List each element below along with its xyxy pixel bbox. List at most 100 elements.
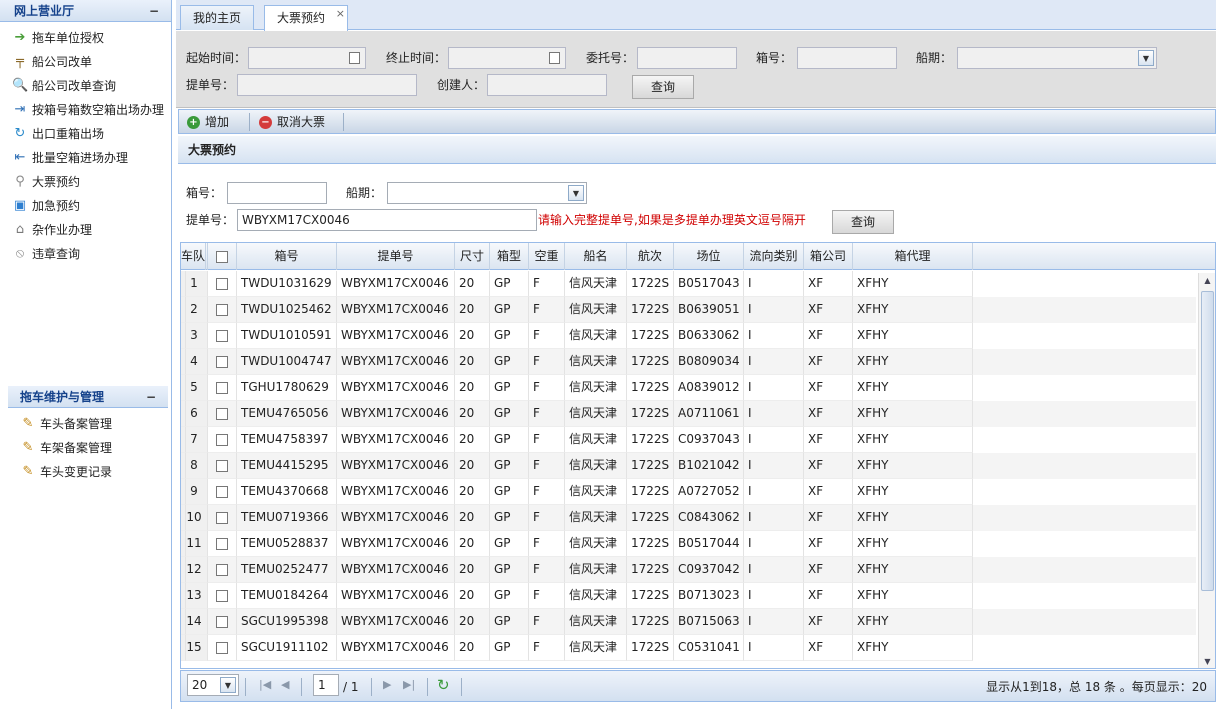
consign-no-input[interactable] [637, 47, 737, 69]
form-voyage-select[interactable]: ▼ [387, 182, 587, 204]
sidebar-panel-2-header[interactable]: 拖车维护与管理 − [8, 386, 168, 408]
prev-page-icon[interactable]: ◀ [281, 678, 289, 691]
grid-header-cell[interactable]: 箱号 [237, 243, 337, 270]
scroll-up-icon[interactable]: ▲ [1200, 273, 1215, 288]
checkbox-icon[interactable] [216, 563, 228, 576]
form-bill-no-input[interactable]: WBYXM17CX0046 [237, 209, 537, 231]
creator-input[interactable] [487, 74, 607, 96]
grid-header-cell[interactable]: 尺寸 [455, 243, 490, 270]
scroll-down-icon[interactable]: ▼ [1200, 654, 1215, 668]
checkbox-icon[interactable] [216, 277, 228, 290]
checkbox-icon[interactable] [216, 407, 228, 420]
form-box-no-input[interactable] [227, 182, 327, 204]
form-query-button[interactable]: 查询 [832, 210, 894, 234]
checkbox-icon[interactable] [216, 329, 228, 342]
table-row[interactable]: 5 TGHU1780629 WBYXM17CX0046 20 GP F 信风天津 1722S A… [181, 375, 1196, 401]
checkbox-icon[interactable] [216, 355, 228, 368]
start-time-input[interactable] [248, 47, 366, 69]
row-checkbox[interactable] [208, 609, 237, 635]
sidebar-item-8[interactable]: ▣ 加急预约 [0, 194, 171, 218]
sidebar-item-4[interactable]: ⇥ 按箱号箱数空箱出场办理 [0, 98, 171, 122]
end-time-input[interactable] [448, 47, 566, 69]
grid-header-cell[interactable]: 提单号 [337, 243, 455, 270]
checkbox-icon[interactable] [216, 485, 228, 498]
grid-header-cell[interactable]: 车队 [181, 243, 207, 270]
add-button[interactable]: + 增加 [187, 112, 229, 132]
scrollbar-thumb[interactable] [1201, 291, 1214, 591]
grid-header-cell[interactable]: 箱代理 [853, 243, 973, 270]
row-checkbox[interactable] [208, 635, 237, 661]
grid-header-cell[interactable]: 箱公司 [804, 243, 853, 270]
grid-header-cell[interactable]: 航次 [627, 243, 674, 270]
sidebar-item-2[interactable]: ╤ 船公司改单 [0, 50, 171, 74]
checkbox-icon[interactable] [216, 303, 228, 316]
row-checkbox[interactable] [208, 401, 237, 427]
chevron-down-icon[interactable]: ▼ [220, 677, 236, 693]
sidebar-item-1[interactable]: ➔ 拖车单位授权 [0, 26, 171, 50]
sidebar-item-3[interactable]: 🔍 船公司改单查询 [0, 74, 171, 98]
table-row[interactable]: 13 TEMU0184264 WBYXM17CX0046 20 GP F 信风天津 1722S… [181, 583, 1196, 609]
voyage-select[interactable]: ▼ [957, 47, 1157, 69]
row-checkbox[interactable] [208, 531, 237, 557]
table-row[interactable]: 14 SGCU1995398 WBYXM17CX0046 20 GP F 信风天津 1722S… [181, 609, 1196, 635]
cancel-bulk-button[interactable]: − 取消大票 [259, 112, 325, 132]
next-page-icon[interactable]: ▶ [383, 678, 391, 691]
close-icon[interactable]: × [336, 2, 345, 26]
table-row[interactable]: 10 TEMU0719366 WBYXM17CX0046 20 GP F 信风天津 1722S… [181, 505, 1196, 531]
sidebar-item-9[interactable]: ⌂ 杂作业办理 [0, 218, 171, 242]
table-row[interactable]: 6 TEMU4765056 WBYXM17CX0046 20 GP F 信风天津 1722S A… [181, 401, 1196, 427]
table-row[interactable]: 2 TWDU1025462 WBYXM17CX0046 20 GP F 信风天津 1722S B… [181, 297, 1196, 323]
checkbox-icon[interactable] [216, 433, 228, 446]
select-all-checkbox[interactable] [208, 243, 237, 270]
table-row[interactable]: 7 TEMU4758397 WBYXM17CX0046 20 GP F 信风天津 1722S C… [181, 427, 1196, 453]
collapse-icon[interactable]: − [149, 0, 159, 22]
sidebar-panel-header[interactable]: 网上营业厅 − [0, 0, 171, 22]
refresh-icon[interactable]: ↻ [437, 676, 450, 694]
sidebar-item-7[interactable]: ⚲ 大票预约 [0, 170, 171, 194]
table-row[interactable]: 11 TEMU0528837 WBYXM17CX0046 20 GP F 信风天津 1722S… [181, 531, 1196, 557]
table-row[interactable]: 9 TEMU4370668 WBYXM17CX0046 20 GP F 信风天津 1722S A… [181, 479, 1196, 505]
row-checkbox[interactable] [208, 505, 237, 531]
checkbox-icon[interactable] [216, 641, 228, 654]
table-row[interactable]: 15 SGCU1911102 WBYXM17CX0046 20 GP F 信风天津 1722S… [181, 635, 1196, 661]
vertical-scrollbar[interactable]: ▲ ▼ [1198, 273, 1215, 668]
sidebar-item-5[interactable]: ↻ 出口重箱出场 [0, 122, 171, 146]
page-number-input[interactable]: 1 [313, 674, 339, 696]
row-checkbox[interactable] [208, 583, 237, 609]
checkbox-icon[interactable] [216, 537, 228, 550]
filter-query-button[interactable]: 查询 [632, 75, 694, 99]
row-checkbox[interactable] [208, 557, 237, 583]
grid-header-cell[interactable]: 流向类别 [744, 243, 804, 270]
table-row[interactable]: 1 TWDU1031629 WBYXM17CX0046 20 GP F 信风天津 1722S B… [181, 271, 1196, 297]
checkbox-icon[interactable] [216, 459, 228, 472]
table-row[interactable]: 8 TEMU4415295 WBYXM17CX0046 20 GP F 信风天津 1722S B… [181, 453, 1196, 479]
row-checkbox[interactable] [208, 375, 237, 401]
row-checkbox[interactable] [208, 349, 237, 375]
sidebar-item-10[interactable]: ⦸ 违章查询 [0, 242, 171, 266]
row-checkbox[interactable] [208, 453, 237, 479]
checkbox-icon[interactable] [216, 250, 228, 263]
tab-home[interactable]: 我的主页 [180, 5, 255, 30]
checkbox-icon[interactable] [216, 511, 228, 524]
checkbox-icon[interactable] [216, 615, 228, 628]
table-row[interactable]: 12 TEMU0252477 WBYXM17CX0046 20 GP F 信风天津 1722S… [181, 557, 1196, 583]
chevron-down-icon[interactable]: ▼ [568, 185, 584, 201]
table-row[interactable]: 3 TWDU1010591 WBYXM17CX0046 20 GP F 信风天津 1722S B… [181, 323, 1196, 349]
row-checkbox[interactable] [208, 427, 237, 453]
row-checkbox[interactable] [208, 479, 237, 505]
grid-header-cell[interactable]: 船名 [565, 243, 627, 270]
sidebar2-item-3[interactable]: ✎ 车头变更记录 [8, 460, 168, 484]
row-checkbox[interactable] [208, 323, 237, 349]
bill-no-input[interactable] [237, 74, 417, 96]
page-size-select[interactable]: 20 ▼ [187, 674, 239, 696]
first-page-icon[interactable]: |◀ [259, 678, 271, 691]
chevron-down-icon[interactable]: ▼ [1138, 50, 1154, 66]
table-row[interactable]: 4 TWDU1004747 WBYXM17CX0046 20 GP F 信风天津 1722S B… [181, 349, 1196, 375]
grid-header-cell[interactable]: 空重 [529, 243, 565, 270]
sidebar2-item-2[interactable]: ✎ 车架备案管理 [8, 436, 168, 460]
last-page-icon[interactable]: ▶| [403, 678, 415, 691]
sidebar-item-6[interactable]: ⇤ 批量空箱进场办理 [0, 146, 171, 170]
tab-bulk-booking[interactable]: 大票预约 × [264, 2, 349, 31]
checkbox-icon[interactable] [216, 381, 228, 394]
collapse-icon[interactable]: − [146, 386, 156, 408]
